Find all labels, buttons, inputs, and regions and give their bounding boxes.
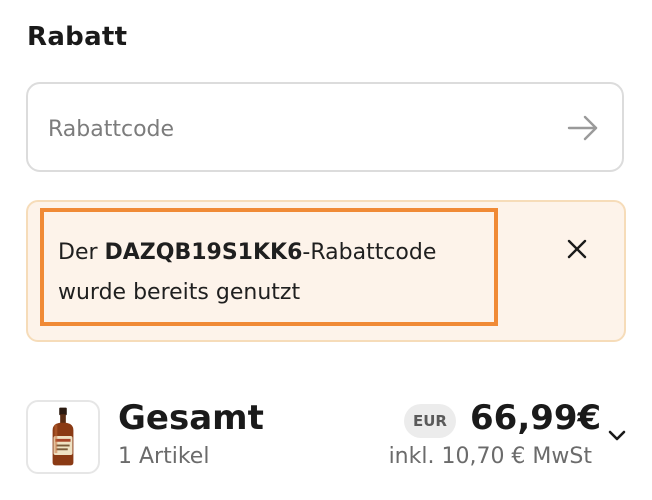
alert-prefix: Der (58, 240, 105, 265)
total-amount: 66,99€ (470, 398, 602, 438)
tax-note: inkl. 10,70 € MwSt (388, 444, 592, 469)
discount-error-alert: Der DAZQB19S1KK6-Rabattcode wurde bereit… (26, 200, 626, 342)
discount-code-input[interactable] (46, 106, 530, 152)
item-count: 1 Artikel (118, 444, 210, 469)
arrow-right-icon[interactable] (566, 111, 600, 145)
alert-message: Der DAZQB19S1KK6-Rabattcode wurde bereit… (58, 233, 488, 313)
alert-message-line1: Der DAZQB19S1KK6-Rabattcode (58, 233, 488, 273)
bottle-image (52, 407, 74, 466)
discount-code-field[interactable] (26, 82, 624, 172)
checkout-summary-page: Rabatt Der DAZQB19S1KK6-Rabattcode wurde… (0, 0, 652, 500)
total-label: Gesamt (118, 398, 264, 438)
alert-suffix: -Rabattcode (302, 240, 437, 265)
discount-code-value: DAZQB19S1KK6 (104, 240, 303, 265)
discount-heading: Rabatt (27, 22, 128, 52)
currency-badge: EUR (404, 404, 456, 438)
product-thumbnail (26, 400, 100, 474)
chevron-down-icon[interactable] (606, 428, 628, 444)
close-icon[interactable] (566, 238, 588, 260)
alert-message-line2: wurde bereits genutzt (58, 280, 301, 305)
